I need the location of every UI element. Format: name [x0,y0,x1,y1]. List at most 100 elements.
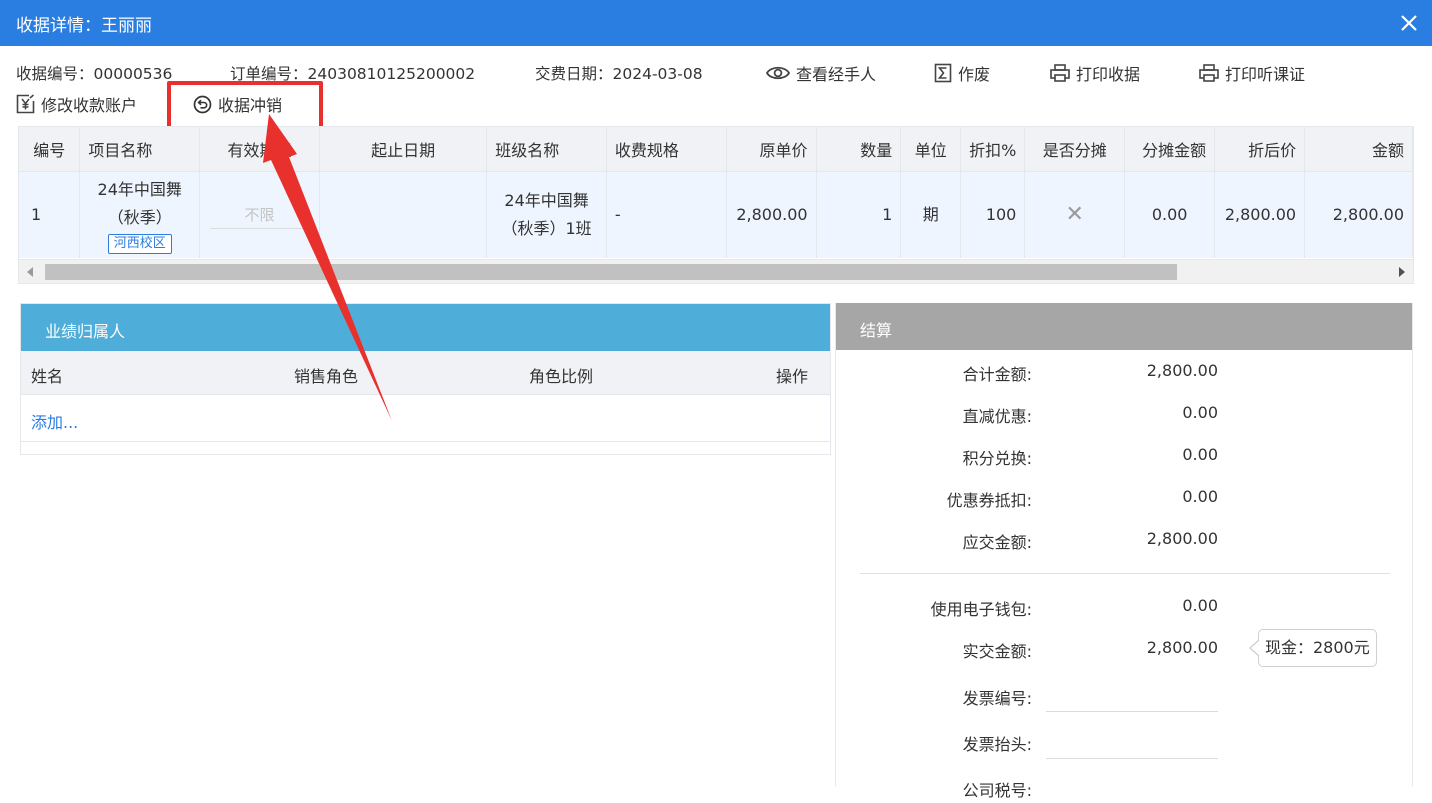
printer-icon [1050,64,1070,82]
paid-value: 2,800.00 [1146,638,1218,657]
cell-class-name-1: 24年中国舞 [504,190,589,210]
cell-unit-price: 2,800.00 [726,171,817,258]
coupon-label: 优惠券抵扣: [946,491,1032,510]
total-label: 合计金额: [962,365,1032,384]
print-audit-cert-label: 打印听课证 [1225,65,1306,84]
col-header-apportion: 是否分摊 [1024,127,1126,172]
settlement-points-row: 积分兑换: 0.00 [836,445,1412,471]
col-header-apportion-amount: 分摊金额 [1124,127,1216,172]
col-header-unit-price: 原单价 [726,127,817,172]
direct-discount-value: 0.00 [1182,403,1218,422]
edit-account-button[interactable]: 修改收款账户 [16,92,137,116]
col-header-class: 班级名称 [486,127,607,172]
col-header-sales-role: 销售角色 [294,367,359,386]
wallet-value: 0.00 [1182,596,1218,615]
cell-spec: - [606,171,727,258]
print-audit-cert-button[interactable]: 打印听课证 [1199,61,1305,85]
scrollbar-thumb[interactable] [45,264,1177,280]
payment-date: 交费日期：2024-03-08 [535,65,703,83]
col-header-item: 项目名称 [79,127,201,172]
settlement-coupon-row: 优惠券抵扣: 0.00 [836,487,1412,513]
cell-unit: 期 [900,171,962,258]
dialog-title: 收据详情：王丽丽 [16,16,152,36]
dialog-titlebar: 收据详情：王丽丽 [0,0,1432,46]
col-header-discounted-price: 折后价 [1214,127,1306,172]
invoice-title-label: 发票抬头: [962,735,1032,754]
col-header-date-range: 起止日期 [319,127,488,172]
points-label: 积分兑换: [962,449,1032,468]
close-icon[interactable] [1396,10,1422,36]
table-row: 1 24年中国舞 （秋季） 河西校区 不限 24年中国舞 （秋季）1班 - 2,… [19,171,1413,258]
view-handler-label: 查看经手人 [796,65,877,84]
horizontal-scrollbar[interactable] [19,259,1413,283]
coupon-value: 0.00 [1182,487,1218,506]
scroll-right-icon[interactable] [1399,267,1405,277]
sigma-doc-icon [934,63,952,83]
items-header-row: 编号 项目名称 有效期至 起止日期 班级名称 收费规格 原单价 数量 单位 折扣… [19,127,1413,172]
cell-apportion: ✕ [1024,171,1126,258]
invoice-title-input[interactable] [1046,758,1218,759]
col-header-amount: 金额 [1304,127,1413,172]
void-label: 作废 [958,65,991,84]
settlement-panel-title: 结算 [836,303,1412,350]
edit-account-label: 修改收款账户 [41,96,138,115]
settlement-company-no-row: 公司税号: [836,777,1412,803]
col-header-name: 姓名 [31,367,64,386]
valid-until-field[interactable]: 不限 [209,202,310,229]
invoice-no-input[interactable] [1046,711,1218,712]
cell-item: 24年中国舞 （秋季） 河西校区 [79,171,201,258]
void-button[interactable]: 作废 [934,61,990,85]
col-header-operation: 操作 [775,367,808,386]
cell-class-name-2: （秋季）1班 [501,218,592,238]
campus-tag: 河西校区 [107,233,172,254]
cell-item-name-2: （秋季） [107,207,172,227]
direct-discount-label: 直减优惠: [962,407,1032,426]
payment-method-tooltip: 现金：2800元 [1249,629,1377,667]
settlement-invoice-no-row: 发票编号: [836,685,1412,711]
cell-no: 1 [19,171,81,258]
settlement-panel: 结算 合计金额: 2,800.00 直减优惠: 0.00 积分兑换: 0.00 … [835,303,1413,800]
settlement-direct-row: 直减优惠: 0.00 [836,403,1412,429]
wallet-label: 使用电子钱包: [930,600,1032,619]
col-header-valid-until: 有效期至 [199,127,321,172]
performance-panel: 业绩归属人 姓名 销售角色 角色比例 操作 添加... [20,303,831,455]
settlement-total-row: 合计金额: 2,800.00 [836,361,1412,387]
scroll-left-icon[interactable] [27,267,33,277]
col-header-unit: 单位 [900,127,962,172]
performance-panel-title: 业绩归属人 [21,304,830,351]
cell-apportion-amount: 0.00 [1124,171,1216,258]
print-receipt-label: 打印收据 [1076,65,1141,84]
settlement-due-row: 应交金额: 2,800.00 [836,529,1412,555]
cell-discounted-price: 2,800.00 [1214,171,1306,258]
settlement-divider [860,573,1390,574]
receipt-number: 收据编号：00000536 [16,65,173,83]
items-table: 编号 项目名称 有效期至 起止日期 班级名称 收费规格 原单价 数量 单位 折扣… [19,127,1413,258]
total-value: 2,800.00 [1146,361,1218,380]
cell-amount: 2,800.00 [1304,171,1413,258]
points-value: 0.00 [1182,445,1218,464]
col-header-discount: 折扣% [960,127,1026,172]
print-receipt-button[interactable]: 打印收据 [1050,61,1140,85]
col-header-spec: 收费规格 [606,127,727,172]
performance-header-row: 姓名 销售角色 角色比例 操作 [21,351,830,395]
due-value: 2,800.00 [1146,529,1218,548]
view-handler-button[interactable]: 查看经手人 [766,61,876,85]
col-header-quantity: 数量 [816,127,902,172]
settlement-invoice-title-row: 发票抬头: [836,731,1412,757]
settlement-wallet-row: 使用电子钱包: 0.00 [836,596,1412,622]
company-no-label: 公司税号: [962,781,1032,800]
paid-label: 实交金额: [962,642,1032,661]
printer-icon [1199,64,1219,82]
cell-valid-until: 不限 [199,171,321,258]
items-grid: 编号 项目名称 有效期至 起止日期 班级名称 收费规格 原单价 数量 单位 折扣… [18,126,1414,284]
cell-date-range [319,171,488,258]
add-performance-link[interactable]: 添加... [31,409,78,433]
col-header-role-ratio: 角色比例 [529,367,594,386]
cell-class: 24年中国舞 （秋季）1班 [486,171,607,258]
col-header-no: 编号 [19,127,81,172]
cell-item-name-1: 24年中国舞 [97,179,182,199]
eye-icon [766,66,790,80]
performance-add-row: 添加... [21,395,830,442]
due-label: 应交金额: [962,533,1032,552]
cell-discount: 100 [960,171,1026,258]
